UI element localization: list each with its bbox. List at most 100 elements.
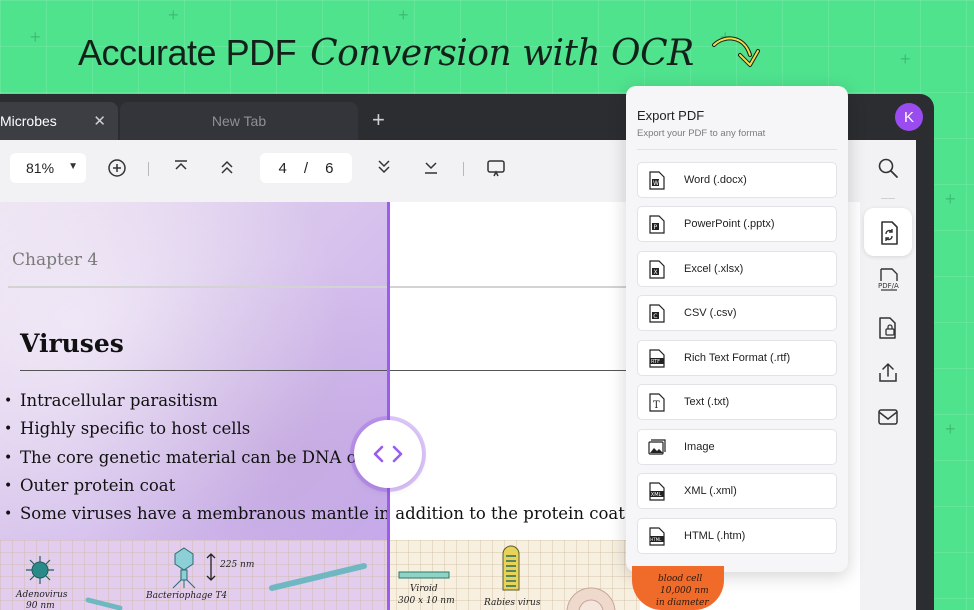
tab-microbes[interactable]: Microbes ✕ xyxy=(0,102,118,140)
bullet-list: Intracellular parasitism Highly specific… xyxy=(0,387,625,528)
section-title: Viruses xyxy=(20,329,124,358)
curved-arrow-icon xyxy=(711,36,760,67)
file-badge: RTF xyxy=(651,359,660,365)
rabies-virus-sketch xyxy=(502,545,520,591)
viroid-sketch xyxy=(398,571,450,579)
grid-plus-mark: + xyxy=(168,5,179,25)
current-page: 4 xyxy=(278,159,287,177)
option-label: Word (.docx) xyxy=(684,174,747,186)
grid-plus-mark: + xyxy=(900,49,911,69)
zoom-select[interactable]: 81% ▼ xyxy=(10,153,86,183)
page-separator: / xyxy=(303,159,309,177)
share-icon[interactable] xyxy=(877,362,899,384)
first-page-icon[interactable] xyxy=(172,158,190,176)
tab-label: New Tab xyxy=(211,113,267,129)
blood-cell-sketch: blood cell 10,000 nm in diameter xyxy=(632,566,724,610)
avatar[interactable]: K xyxy=(895,103,923,131)
export-rtf-option[interactable]: RTF Rich Text Format (.rtf) xyxy=(637,340,837,376)
convert-document-icon[interactable] xyxy=(877,220,901,246)
option-label: Text (.txt) xyxy=(684,396,730,408)
rtf-icon: RTF xyxy=(648,348,666,368)
panel-title: Export PDF xyxy=(637,108,705,123)
word-icon: W xyxy=(648,170,666,190)
export-word-option[interactable]: W Word (.docx) xyxy=(637,162,837,198)
lock-document-icon[interactable] xyxy=(877,316,899,340)
panel-divider xyxy=(637,149,837,150)
option-label: Excel (.xlsx) xyxy=(684,263,744,275)
grid-plus-mark: + xyxy=(945,189,956,209)
option-label: HTML (.htm) xyxy=(684,530,746,542)
export-powerpoint-option[interactable]: P PowerPoint (.pptx) xyxy=(637,206,837,242)
export-csv-option[interactable]: C CSV (.csv) xyxy=(637,295,837,331)
file-badge: C xyxy=(653,313,657,320)
sketch-label: Rabies virus xyxy=(484,598,541,608)
file-badge: P xyxy=(654,224,658,231)
avatar-initial: K xyxy=(903,108,914,126)
rod-virus-sketch xyxy=(269,563,367,591)
previous-page-icon[interactable] xyxy=(218,158,236,176)
grid-plus-mark: + xyxy=(398,5,409,25)
sidebar-divider xyxy=(881,198,895,199)
bacteriophage-sketch xyxy=(172,547,196,589)
sketch-label: 225 nm xyxy=(220,560,255,570)
text-icon: T xyxy=(648,392,666,412)
option-label: Image xyxy=(684,441,715,453)
sketch-label: in diameter xyxy=(656,598,709,608)
sketch-label: 90 nm xyxy=(26,601,55,610)
export-image-option[interactable]: Image xyxy=(637,429,837,465)
compare-slider-handle[interactable] xyxy=(354,420,422,488)
list-item: The core genetic material can be DNA or … xyxy=(0,444,625,472)
right-sidebar: PDF/A xyxy=(860,140,916,610)
chapter-rule xyxy=(8,286,628,288)
mail-icon[interactable] xyxy=(877,408,899,426)
chapter-heading: Chapter 4 xyxy=(12,250,99,270)
file-badge: X xyxy=(654,269,658,276)
option-label: CSV (.csv) xyxy=(684,307,737,319)
page-indicator[interactable]: 4 / 6 xyxy=(260,153,352,183)
file-badge: W xyxy=(653,180,659,187)
export-pdf-panel: Export PDF Export your PDF to any format… xyxy=(626,86,848,572)
panel-subtitle: Export your PDF to any format xyxy=(637,128,766,139)
html-icon: HTML xyxy=(648,526,666,546)
csv-icon: C xyxy=(648,303,666,323)
zoom-in-icon[interactable] xyxy=(107,158,127,178)
file-badge: HTML xyxy=(650,536,662,541)
sketch-label: blood cell xyxy=(658,574,703,584)
caret-down-icon: ▼ xyxy=(68,161,78,172)
compare-divider[interactable] xyxy=(387,202,390,610)
export-excel-option[interactable]: X Excel (.xlsx) xyxy=(637,251,837,287)
list-item: Highly specific to host cells xyxy=(0,415,625,443)
search-icon[interactable] xyxy=(877,157,899,179)
sketch-label: Viroid xyxy=(410,584,438,594)
toolbar-divider xyxy=(148,162,149,176)
grid-plus-mark: + xyxy=(945,419,956,439)
option-label: XML (.xml) xyxy=(684,485,737,497)
list-item: Outer protein coat xyxy=(0,472,625,500)
option-label: Rich Text Format (.rtf) xyxy=(684,352,791,364)
total-pages: 6 xyxy=(325,159,334,177)
export-html-option[interactable]: HTML HTML (.htm) xyxy=(637,518,837,554)
sketch-label: Bacteriophage T4 xyxy=(146,591,228,601)
next-page-icon[interactable] xyxy=(375,158,393,176)
export-xml-option[interactable]: XML XML (.xml) xyxy=(637,473,837,509)
last-page-icon[interactable] xyxy=(422,158,440,176)
export-text-option[interactable]: T Text (.txt) xyxy=(637,384,837,420)
tab-new-tab[interactable]: New Tab xyxy=(120,102,358,140)
file-badge: T xyxy=(653,400,660,411)
new-tab-plus-icon[interactable]: + xyxy=(372,107,385,133)
sketch-label: Adenovirus xyxy=(16,590,68,600)
slideshow-icon[interactable] xyxy=(486,158,506,178)
headline: Accurate PDF Conversion with OCR xyxy=(78,32,764,74)
pdfa-label: PDF/A xyxy=(878,282,899,290)
pdfa-icon[interactable]: PDF/A xyxy=(877,268,901,292)
sketch-label: 300 x 10 nm xyxy=(398,596,455,606)
option-label: PowerPoint (.pptx) xyxy=(684,218,775,230)
close-icon[interactable]: ✕ xyxy=(93,112,106,130)
rod-virus-sketch xyxy=(85,597,123,610)
chevron-left-right-icon xyxy=(373,445,403,463)
tab-label: Microbes xyxy=(0,113,57,129)
size-arrow-icon xyxy=(206,553,216,581)
list-item: Intracellular parasitism xyxy=(0,387,625,415)
title-rule xyxy=(20,370,628,371)
xml-icon: XML xyxy=(648,481,666,501)
